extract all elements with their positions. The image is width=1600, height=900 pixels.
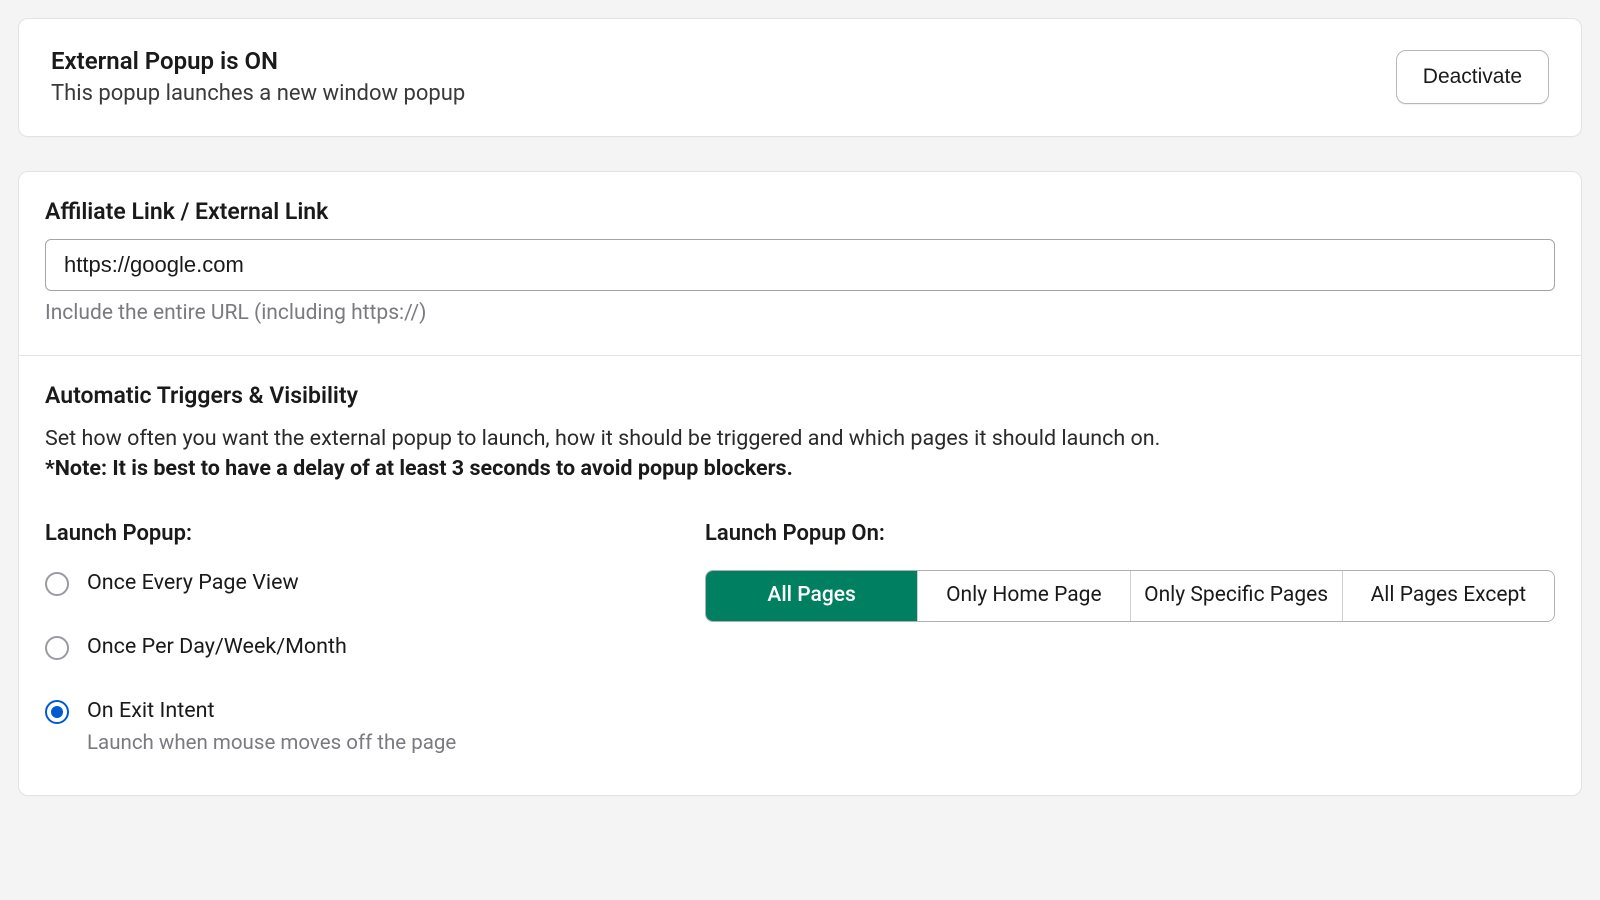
status-title: External Popup is ON xyxy=(51,47,465,75)
deactivate-button[interactable]: Deactivate xyxy=(1396,50,1549,104)
radio-once-every-page-view[interactable]: Once Every Page View xyxy=(45,570,665,596)
segment-only-home[interactable]: Only Home Page xyxy=(918,571,1130,621)
triggers-description: Set how often you want the external popu… xyxy=(45,423,1555,454)
link-help-text: Include the entire URL (including https:… xyxy=(45,301,1555,325)
launch-popup-label: Launch Popup: xyxy=(45,521,665,546)
radio-label: Once Per Day/Week/Month xyxy=(87,634,347,659)
segment-all-except[interactable]: All Pages Except xyxy=(1343,571,1554,621)
link-heading: Affiliate Link / External Link xyxy=(45,198,1555,225)
status-card: External Popup is ON This popup launches… xyxy=(18,18,1582,137)
page-scope-segmented: All Pages Only Home Page Only Specific P… xyxy=(705,570,1555,622)
radio-once-per-period[interactable]: Once Per Day/Week/Month xyxy=(45,634,665,660)
radio-icon xyxy=(45,636,69,660)
radio-label: On Exit Intent xyxy=(87,698,456,723)
launch-frequency-column: Launch Popup: Once Every Page View Once … xyxy=(45,521,665,755)
radio-hint: Launch when mouse moves off the page xyxy=(87,731,456,755)
link-section: Affiliate Link / External Link Include t… xyxy=(19,172,1581,355)
triggers-section: Automatic Triggers & Visibility Set how … xyxy=(19,355,1581,795)
triggers-columns: Launch Popup: Once Every Page View Once … xyxy=(45,521,1555,755)
launch-popup-on-label: Launch Popup On: xyxy=(705,521,1555,546)
radio-label: Once Every Page View xyxy=(87,570,299,595)
segment-only-specific[interactable]: Only Specific Pages xyxy=(1131,571,1343,621)
status-text-block: External Popup is ON This popup launches… xyxy=(51,47,465,106)
triggers-note: *Note: It is best to have a delay of at … xyxy=(45,456,1555,481)
status-header: External Popup is ON This popup launches… xyxy=(19,19,1581,136)
radio-icon xyxy=(45,572,69,596)
status-subtitle: This popup launches a new window popup xyxy=(51,81,465,106)
segment-all-pages[interactable]: All Pages xyxy=(706,571,918,621)
settings-card: Affiliate Link / External Link Include t… xyxy=(18,171,1582,796)
triggers-heading: Automatic Triggers & Visibility xyxy=(45,382,1555,409)
external-link-input[interactable] xyxy=(45,239,1555,291)
launch-on-column: Launch Popup On: All Pages Only Home Pag… xyxy=(705,521,1555,755)
radio-icon xyxy=(45,700,69,724)
radio-on-exit-intent[interactable]: On Exit Intent Launch when mouse moves o… xyxy=(45,698,665,755)
